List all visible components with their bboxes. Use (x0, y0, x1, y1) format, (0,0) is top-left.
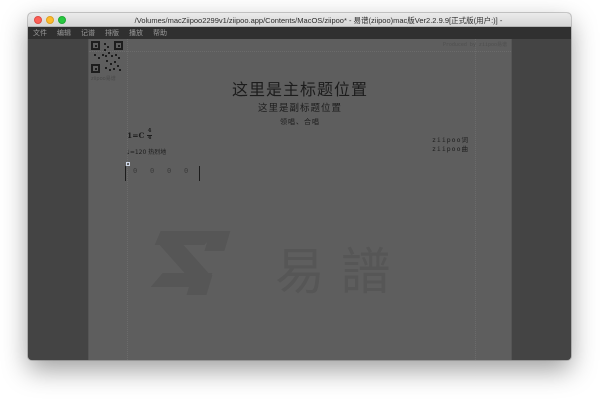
menu-layout[interactable]: 排版 (105, 28, 119, 38)
measure[interactable]: 0 0 0 0 (125, 162, 215, 182)
workspace[interactable]: 易 譜 ziipoo易谱 Produced by ziipoo易谱 这里是主标题… (28, 39, 571, 360)
performance-form[interactable]: 领唱、合唱 (89, 117, 511, 127)
key-signature[interactable]: 1=C (127, 131, 144, 140)
barline-start (125, 166, 126, 181)
minimize-button[interactable] (46, 16, 54, 24)
time-numerator: 4 (147, 128, 152, 134)
watermark-text: 易 譜 (275, 243, 390, 301)
sub-title[interactable]: 这里是副标题位置 (89, 100, 511, 114)
menu-playback[interactable]: 播放 (129, 28, 143, 38)
zoom-button[interactable] (58, 16, 66, 24)
page-header-text: Produced by ziipoo易谱 (442, 42, 507, 48)
qr-code[interactable] (91, 41, 123, 73)
time-denominator: 4 (147, 135, 152, 141)
note[interactable]: 0 (133, 167, 137, 175)
title-bar[interactable]: /Volumes/macZiipoo2299v1/ziipoo.app/Cont… (28, 13, 571, 27)
note[interactable]: 0 (150, 167, 154, 175)
note[interactable]: 0 (184, 167, 188, 175)
composer-credit[interactable]: ziipoo曲 (432, 143, 469, 153)
menu-help[interactable]: 帮助 (153, 28, 167, 38)
time-signature[interactable]: 4 4 (147, 128, 152, 141)
window-title: /Volumes/macZiipoo2299v1/ziipoo.app/Cont… (134, 16, 503, 25)
menu-bar: 文件 编辑 记谱 排版 播放 帮助 (28, 27, 571, 39)
barline-end (199, 166, 200, 181)
note[interactable]: 0 (167, 167, 171, 175)
score-page[interactable]: 易 譜 ziipoo易谱 Produced by ziipoo易谱 这里是主标题… (88, 39, 512, 360)
tempo-marking[interactable]: ♩=120 热烈地 (127, 147, 166, 156)
menu-file[interactable]: 文件 (33, 28, 47, 38)
app-window: /Volumes/macZiipoo2299v1/ziipoo.app/Cont… (28, 13, 571, 360)
input-cursor (126, 162, 130, 166)
main-title[interactable]: 这里是主标题位置 (89, 76, 511, 100)
close-button[interactable] (34, 16, 42, 24)
margin-guide-top (89, 51, 511, 52)
menu-edit[interactable]: 编辑 (57, 28, 71, 38)
menu-notation[interactable]: 记谱 (81, 28, 95, 38)
